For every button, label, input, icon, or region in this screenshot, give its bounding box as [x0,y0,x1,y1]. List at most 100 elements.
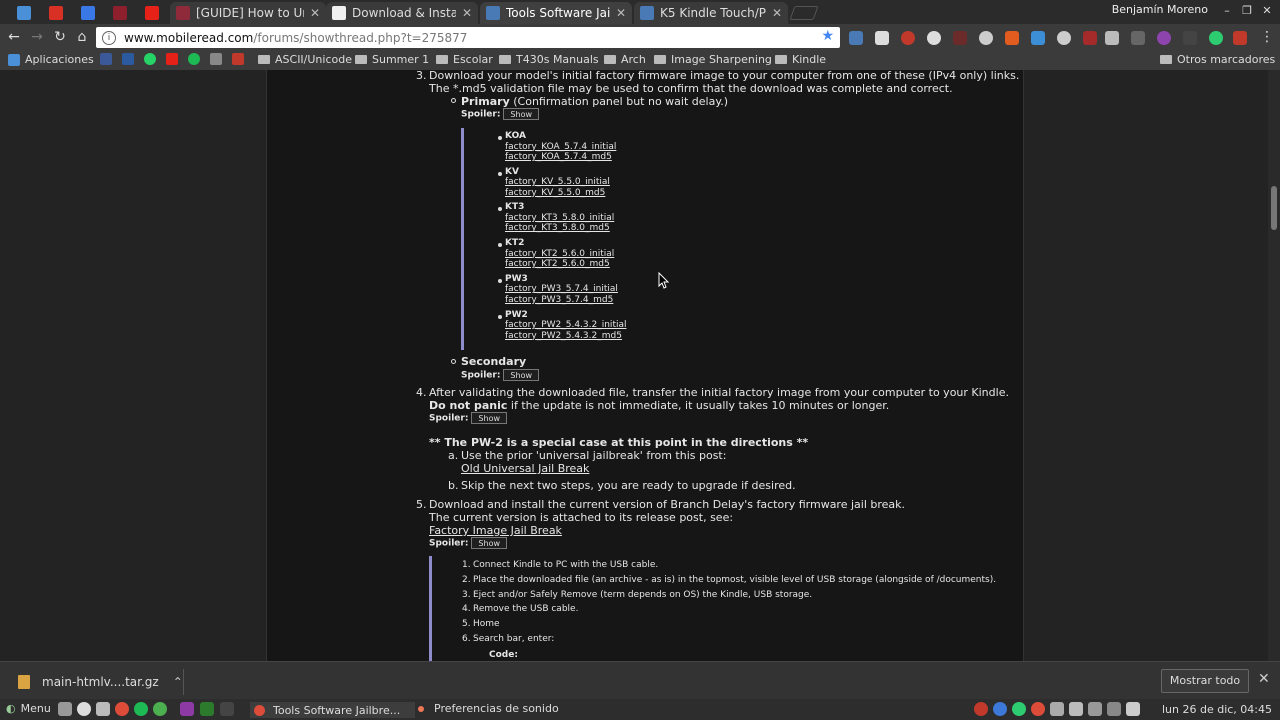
reload-icon[interactable]: ↻ [51,28,69,46]
forward-arrow-icon[interactable]: → [28,28,46,46]
close-icon[interactable]: ✕ [462,6,472,20]
firmware-initial-link[interactable]: factory_KT3_5.8.0_initial [505,213,614,223]
close-icon[interactable]: ✕ [616,6,626,20]
extension-icon[interactable] [1209,31,1223,45]
firmware-initial-link[interactable]: factory_KT2_5.6.0_initial [505,249,614,259]
volume-icon[interactable] [1088,702,1102,716]
chrome-icon[interactable] [115,702,129,716]
extension-icon[interactable] [1131,31,1145,45]
firmware-md5-link[interactable]: factory_KOA_5.7.4_md5 [505,152,612,162]
tab-tools-software[interactable]: Tools Software Jailb ✕ [480,2,632,24]
firmware-md5-link[interactable]: factory_KT2_5.6.0_md5 [505,259,610,269]
bookmark-whatsapp[interactable] [144,53,161,65]
close-icon[interactable]: ✕ [1258,671,1270,687]
app-icon[interactable] [153,702,167,716]
tab-guide[interactable]: [GUIDE] How to Unb ✕ [170,2,326,24]
bookmark-apps[interactable]: Aplicaciones [8,53,94,66]
tab-k5-kindle[interactable]: K5 Kindle Touch/PW ✕ [634,2,788,24]
bookmark-folder-escolar[interactable]: Escolar [436,53,493,66]
tray-icon[interactable] [1012,702,1026,716]
intellij-icon[interactable] [180,702,194,716]
terminal-icon[interactable] [220,702,234,716]
extension-icon[interactable] [1105,31,1119,45]
info-icon[interactable]: i [102,30,116,45]
firmware-initial-link[interactable]: factory_KV_5.5.0_initial [505,177,610,187]
download-item[interactable]: main-htmlv....tar.gz ⌃ [10,669,184,695]
taskbar-window-sound[interactable]: Preferencias de sonido [418,702,559,715]
microphone-icon[interactable] [1069,702,1083,716]
clion-icon[interactable] [200,702,214,716]
user-profile-name[interactable]: Benjamín Moreno [1112,3,1208,16]
bookmark-site[interactable] [122,53,139,65]
firmware-initial-link[interactable]: factory_PW3_5.7.4_initial [505,284,618,294]
spoiler-show-button[interactable]: Show [503,369,540,381]
app-icon[interactable] [96,702,110,716]
network-icon[interactable] [1107,702,1121,716]
app-icon[interactable] [77,702,91,716]
bookmark-facebook[interactable] [100,53,117,65]
bookmark-youtube[interactable] [166,53,183,65]
bookmark-site[interactable] [210,53,227,65]
extension-icon[interactable] [1057,31,1071,45]
restore-icon[interactable]: ❐ [1238,3,1256,19]
new-tab-button[interactable] [789,6,819,20]
bookmark-folder-other[interactable]: Otros marcadores [1160,53,1275,66]
scrollbar-thumb[interactable] [1271,186,1277,230]
clock[interactable]: lun 26 de dic, 04:45 [1162,703,1272,716]
factory-image-jailbreak-link[interactable]: Factory Image Jail Break [429,524,562,537]
files-icon[interactable] [58,702,72,716]
firmware-initial-link[interactable]: factory_PW2_5.4.3.2_initial [505,320,626,330]
bookmark-folder-summer[interactable]: Summer 1 [355,53,429,66]
spotify-icon[interactable] [134,702,148,716]
bookmark-folder-kindle[interactable]: Kindle [775,53,826,66]
taskbar-window-chrome[interactable]: Tools Software Jailbre... [250,702,415,718]
extension-icon[interactable] [1157,31,1171,45]
bluetooth-icon[interactable] [993,702,1007,716]
pinned-tab-mail[interactable] [10,3,38,23]
extension-icon[interactable] [875,31,889,45]
pinned-tab-red[interactable] [106,3,134,23]
bookmark-folder-image-sharpening[interactable]: Image Sharpening [654,53,772,66]
old-universal-jailbreak-link[interactable]: Old Universal Jail Break [461,462,589,475]
pinned-tab-gmail[interactable] [42,3,70,23]
extension-icon[interactable] [979,31,993,45]
firmware-md5-link[interactable]: factory_PW3_5.7.4_md5 [505,295,613,305]
bookmark-folder-arch[interactable]: Arch [604,53,646,66]
home-icon[interactable]: ⌂ [73,28,91,46]
spoiler-show-button[interactable]: Show [471,412,508,424]
tray-icon[interactable] [1050,702,1064,716]
extension-icon[interactable] [901,31,915,45]
extension-icon[interactable] [1031,31,1045,45]
spoiler-show-button[interactable]: Show [471,537,508,549]
vertical-scrollbar[interactable] [1268,70,1280,661]
bookmark-star-icon[interactable]: ★ [821,28,834,44]
tab-download-install[interactable]: Download & Install C ✕ [326,2,478,24]
firmware-md5-link[interactable]: factory_KT3_5.8.0_md5 [505,223,610,233]
close-icon[interactable]: ✕ [772,6,782,20]
netflix-icon[interactable] [1233,31,1247,45]
bookmark-folder-ascii[interactable]: ASCII/Unicode [258,53,352,66]
translate-extension-icon[interactable] [849,31,863,45]
ublock-icon[interactable] [1083,31,1097,45]
menu-kebab-icon[interactable]: ⋮ [1258,28,1276,46]
firmware-md5-link[interactable]: factory_KV_5.5.0_md5 [505,188,605,198]
extension-icon[interactable] [927,31,941,45]
extension-icon[interactable] [1005,31,1019,45]
pinned-tab-app[interactable] [74,3,102,23]
close-window-icon[interactable]: ✕ [1258,3,1276,19]
firmware-md5-link[interactable]: factory_PW2_5.4.3.2_md5 [505,331,622,341]
chevron-up-icon[interactable]: ⌃ [173,675,183,689]
bookmark-site[interactable] [188,53,205,65]
extension-icon[interactable] [1183,31,1197,45]
extension-icon[interactable] [953,31,967,45]
battery-icon[interactable] [1126,702,1140,716]
firmware-initial-link[interactable]: factory_KOA_5.7.4_initial [505,142,616,152]
bookmark-site[interactable] [232,53,249,65]
start-menu-button[interactable]: ◐ Menu [6,702,51,715]
pinned-tab-youtube[interactable] [138,3,166,23]
minimize-icon[interactable]: – [1218,3,1236,19]
close-icon[interactable]: ✕ [310,6,320,20]
back-arrow-icon[interactable]: ← [5,28,23,46]
bookmark-folder-t430s[interactable]: T430s Manuals [499,53,599,66]
spoiler-show-button[interactable]: Show [503,108,540,120]
